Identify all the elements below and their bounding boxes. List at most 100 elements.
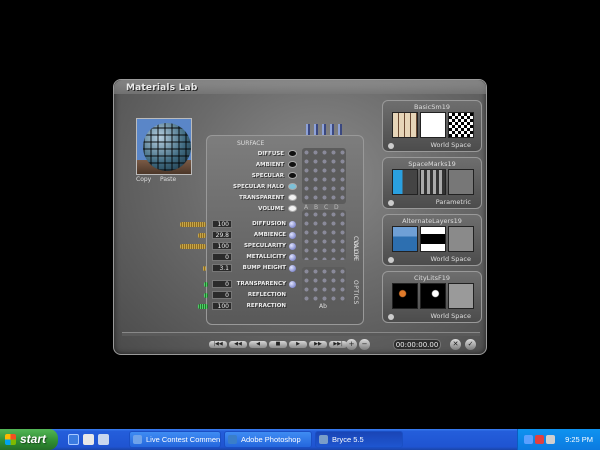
material-name: CityLitsF19 <box>413 274 451 282</box>
optics-grid[interactable] <box>302 267 346 305</box>
ie-icon[interactable] <box>68 434 79 445</box>
swatch-diffuse[interactable] <box>288 150 297 157</box>
row-label-specular-halo: SPECULAR HALO <box>232 184 284 190</box>
material-card-citylitsf19[interactable]: CityLitsF19 World Space <box>382 271 482 323</box>
swatch-volume[interactable] <box>288 205 297 212</box>
optics-extra-label: Ab <box>319 303 327 310</box>
remove-keyframe-icon[interactable]: − <box>359 339 370 350</box>
material-name: BasicSm19 <box>414 103 450 111</box>
clock: 9:25 PM <box>565 435 593 444</box>
photoshop-icon <box>228 435 237 444</box>
desktop-icon[interactable] <box>98 434 109 445</box>
start-button[interactable]: start <box>0 429 58 450</box>
diffusion-label: DIFFUSION <box>252 221 286 227</box>
stop-button[interactable]: ■ <box>269 341 287 348</box>
channel-a[interactable]: A <box>304 204 308 211</box>
surface-label: SURFACE <box>237 140 265 147</box>
security-icon[interactable] <box>535 435 544 444</box>
thumb-3[interactable] <box>448 226 474 252</box>
diffusion-knob[interactable] <box>289 221 296 228</box>
task-photoshop[interactable]: Adobe Photoshop <box>224 431 312 448</box>
color-grid[interactable] <box>302 148 346 204</box>
confirm-icon[interactable]: ✓ <box>465 339 476 350</box>
card-corner-icon[interactable] <box>388 314 394 320</box>
outlook-icon[interactable] <box>83 434 94 445</box>
network-icon[interactable] <box>524 435 533 444</box>
bump-height-slider[interactable] <box>203 266 206 271</box>
copy-button[interactable]: Copy <box>136 176 151 183</box>
thumb-1[interactable] <box>392 226 418 252</box>
thumb-2[interactable] <box>420 169 446 195</box>
card-corner-icon[interactable] <box>388 200 394 206</box>
bump-height-knob[interactable] <box>289 265 296 272</box>
bump-height-label: BUMP HEIGHT <box>242 265 286 271</box>
system-tray: 9:25 PM <box>517 429 600 450</box>
rewind-button[interactable]: ◀◀ <box>229 341 247 348</box>
reflection-slider[interactable] <box>204 293 208 298</box>
taskbar: start Live Contest Commen... Adobe Photo… <box>0 429 600 450</box>
metallicity-label: METALLICITY <box>246 254 286 260</box>
metallicity-knob[interactable] <box>289 254 296 261</box>
refraction-slider[interactable] <box>198 304 208 309</box>
animation-timeline[interactable] <box>122 332 480 336</box>
material-card-spacemarks19[interactable]: SpaceMarks19 Parametric <box>382 157 482 209</box>
specularity-knob[interactable] <box>289 243 296 250</box>
start-label: start <box>20 432 47 446</box>
value-group-label: VALUE <box>352 240 359 262</box>
refraction-label: REFRACTION <box>246 303 286 309</box>
volume-icon[interactable] <box>546 435 555 444</box>
optics-group-label: OPTICS <box>352 280 359 305</box>
thumb-2[interactable] <box>420 283 446 309</box>
row-label-transparent: TRANSPARENT <box>239 195 284 201</box>
material-name: AlternateLayers19 <box>402 217 462 225</box>
specularity-label: SPECULARITY <box>243 243 286 249</box>
row-label-volume: VOLUME <box>258 206 284 212</box>
paste-button[interactable]: Paste <box>160 176 176 183</box>
card-corner-icon[interactable] <box>388 143 394 149</box>
thumb-1[interactable] <box>392 112 418 138</box>
row-label-diffuse: DIFFUSE <box>257 151 284 157</box>
transparency-slider[interactable] <box>204 282 208 287</box>
thumb-3[interactable] <box>448 169 474 195</box>
material-name: SpaceMarks19 <box>408 160 456 168</box>
go-to-end-button[interactable]: ▶▶| <box>329 341 347 348</box>
play-button[interactable]: ▶ <box>289 341 307 348</box>
ambience-slider[interactable] <box>198 233 206 238</box>
thumb-2[interactable] <box>420 112 446 138</box>
thumb-3[interactable] <box>448 112 474 138</box>
row-label-ambient: AMBIENT <box>255 162 284 168</box>
specularity-slider[interactable] <box>180 244 206 249</box>
task-bryce[interactable]: Bryce 5.5 <box>315 431 403 448</box>
transparency-knob[interactable] <box>289 281 296 288</box>
value-grid[interactable] <box>302 210 346 260</box>
browser-icon <box>133 435 142 444</box>
swatch-specular-halo[interactable] <box>288 183 297 190</box>
add-keyframe-icon[interactable]: + <box>346 339 357 350</box>
thumb-2[interactable] <box>420 226 446 252</box>
go-to-start-button[interactable]: |◀◀ <box>209 341 227 348</box>
transparency-label: TRANSPARENCY <box>236 281 286 287</box>
thumb-3[interactable] <box>448 283 474 309</box>
card-corner-icon[interactable] <box>388 257 394 263</box>
task-label: Bryce 5.5 <box>332 435 364 444</box>
task-live-contest[interactable]: Live Contest Commen... <box>129 431 221 448</box>
channel-b[interactable]: B <box>314 204 318 211</box>
thumb-1[interactable] <box>392 283 418 309</box>
material-card-alternatelayers19[interactable]: AlternateLayers19 World Space <box>382 214 482 266</box>
swatch-ambient[interactable] <box>288 161 297 168</box>
fast-forward-button[interactable]: ▶▶ <box>309 341 327 348</box>
diffusion-slider[interactable] <box>180 222 206 227</box>
reflection-label: REFLECTION <box>247 292 286 298</box>
material-card-basicsm19[interactable]: BasicSm19 World Space <box>382 100 482 152</box>
channel-c[interactable]: C <box>324 204 328 211</box>
thumb-1[interactable] <box>392 169 418 195</box>
cancel-icon[interactable]: ✕ <box>450 339 461 350</box>
swatch-transparent[interactable] <box>288 194 297 201</box>
ambience-knob[interactable] <box>289 232 296 239</box>
material-space: World Space <box>430 141 471 149</box>
windows-flag-icon <box>5 434 16 445</box>
step-back-button[interactable]: ◀ <box>249 341 267 348</box>
swatch-specular[interactable] <box>288 172 297 179</box>
material-preview[interactable] <box>136 118 192 175</box>
channel-d[interactable]: D <box>334 204 339 211</box>
